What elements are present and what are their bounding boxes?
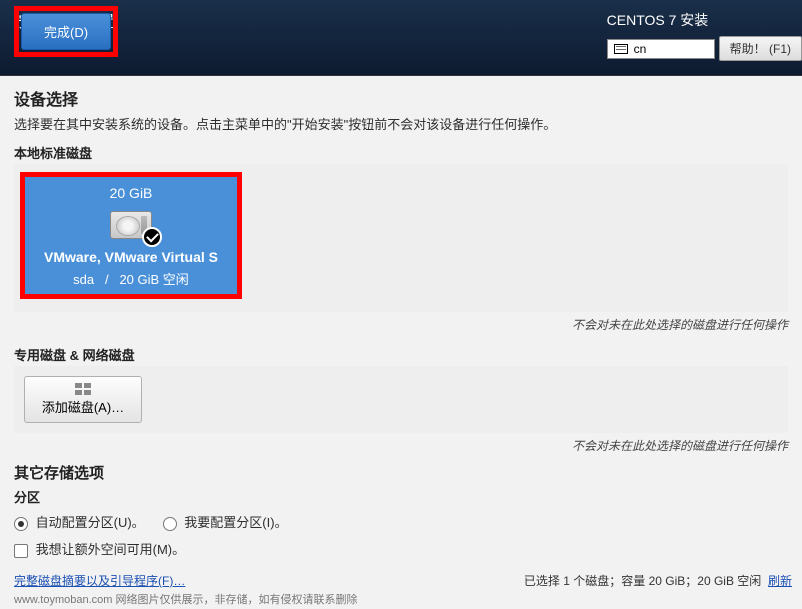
- help-button[interactable]: 帮助！ (F1): [719, 36, 802, 61]
- extra-space-option[interactable]: 我想让额外空间可用(M)。: [14, 539, 788, 558]
- partition-options: 自动配置分区(U)。 我要配置分区(I)。: [14, 512, 788, 531]
- storage-options-heading: 其它存储选项: [14, 462, 788, 483]
- radio-auto[interactable]: [14, 517, 28, 531]
- header-right: CENTOS 7 安装 cn 帮助！ (F1): [607, 4, 802, 61]
- refresh-link[interactable]: 刷新: [768, 574, 792, 588]
- done-button[interactable]: 完成(D): [21, 13, 111, 50]
- disk-icon-wrap: [110, 211, 152, 239]
- local-disks-hint: 不会对未在此处选择的磁盘进行任何操作: [14, 312, 788, 341]
- device-selection-instruction: 选择要在其中安装系统的设备。点击主菜单中的"开始安装"按钮前不会对该设备进行任何…: [14, 114, 788, 133]
- extra-space-label: 我想让额外空间可用(M)。: [36, 542, 186, 557]
- manual-partition-label: 我要配置分区(I)。: [184, 515, 287, 530]
- grid-icon: [75, 383, 91, 395]
- special-disks-hint: 不会对未在此处选择的磁盘进行任何操作: [14, 433, 788, 462]
- special-disks-heading: 专用磁盘 & 网络磁盘: [14, 345, 788, 364]
- disk-summary-link[interactable]: 完整磁盘摘要以及引导程序(F)…: [14, 572, 185, 589]
- local-disks-area: 20 GiB VMware, VMware Virtual S sda / 20…: [14, 164, 788, 312]
- special-disks-area: 添加磁盘(A)…: [14, 366, 788, 433]
- done-button-highlight: 完成(D): [14, 6, 118, 57]
- disk-info: sda / 20 GiB 空闲: [73, 269, 189, 288]
- partition-label: 分区: [14, 487, 788, 506]
- disk-free: 20 GiB 空闲: [119, 272, 188, 287]
- radio-manual[interactable]: [163, 517, 177, 531]
- auto-partition-option[interactable]: 自动配置分区(U)。: [14, 512, 145, 531]
- disk-tile-highlight: 20 GiB VMware, VMware Virtual S sda / 20…: [20, 172, 242, 299]
- manual-partition-option[interactable]: 我要配置分区(I)。: [163, 512, 288, 531]
- watermark-text: www.toymoban.com 网络图片仅供展示，非存储，如有侵权请联系删除: [14, 591, 792, 607]
- disk-capacity: 20 GiB: [110, 185, 153, 201]
- selection-status: 已选择 1 个磁盘；容量 20 GiB；20 GiB 空闲 刷新: [524, 572, 792, 589]
- disk-tile-sda[interactable]: 20 GiB VMware, VMware Virtual S sda / 20…: [25, 177, 237, 294]
- check-icon: [142, 227, 162, 247]
- add-disk-button[interactable]: 添加磁盘(A)…: [24, 376, 142, 423]
- keyboard-icon: [614, 44, 628, 54]
- content-area: 设备选择 选择要在其中安装系统的设备。点击主菜单中的"开始安装"按钮前不会对该设…: [0, 76, 802, 571]
- disk-info-sep: /: [105, 272, 109, 287]
- device-selection-title: 设备选择: [14, 86, 788, 110]
- keyboard-layout-label: cn: [634, 42, 647, 56]
- local-disks-heading: 本地标准磁盘: [14, 143, 788, 162]
- installer-title: CENTOS 7 安装: [607, 4, 802, 36]
- add-disk-label: 添加磁盘(A)…: [42, 397, 124, 416]
- disk-model: VMware, VMware Virtual S: [44, 249, 218, 265]
- checkbox-extra-space[interactable]: [14, 544, 28, 558]
- auto-partition-label: 自动配置分区(U)。: [36, 515, 145, 530]
- disk-device-name: sda: [73, 272, 94, 287]
- header-bar: 安装目标位置 完成(D) CENTOS 7 安装 cn 帮助！ (F1): [0, 0, 802, 76]
- keyboard-layout-indicator[interactable]: cn: [607, 39, 715, 59]
- footer-bar: 完整磁盘摘要以及引导程序(F)… 已选择 1 个磁盘；容量 20 GiB；20 …: [0, 568, 802, 609]
